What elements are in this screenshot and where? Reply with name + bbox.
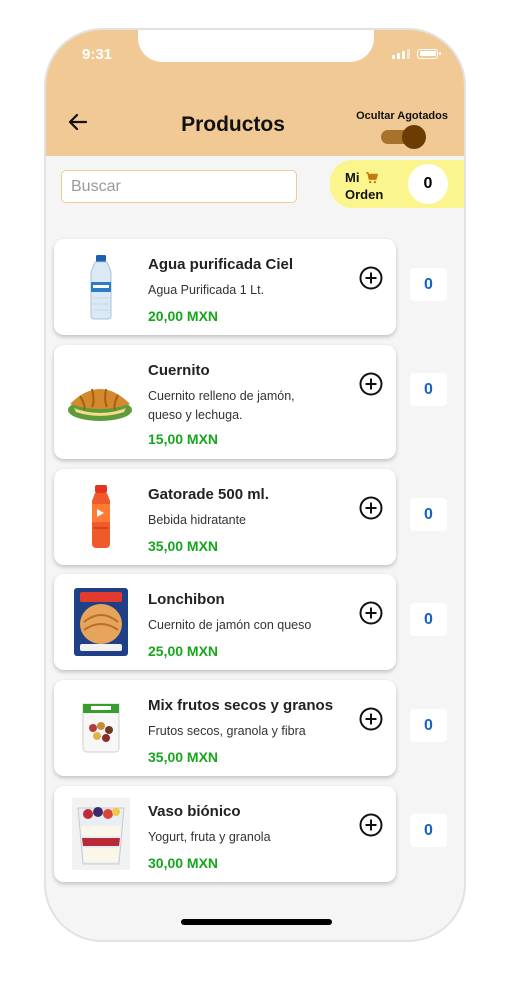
product-name: Agua purificada Ciel	[148, 256, 294, 273]
product-quantity[interactable]: 0	[410, 373, 447, 406]
my-order-button[interactable]: Mi Orden 0	[330, 160, 464, 208]
add-circle-icon[interactable]	[359, 707, 383, 731]
product-card[interactable]: Vaso biónico Yogurt, fruta y granola 30,…	[54, 786, 396, 882]
phone-frame: 9:31 Productos Ocultar Agotados Mi	[44, 28, 466, 942]
order-label-line1: Mi	[345, 170, 360, 185]
toggle-thumb	[402, 125, 426, 149]
packaged-snack-image	[72, 586, 130, 658]
add-circle-icon[interactable]	[359, 266, 383, 290]
product-name: Lonchibon	[148, 591, 225, 608]
product-price: 15,00 MXN	[148, 431, 219, 447]
order-count-badge: 0	[408, 164, 448, 204]
hide-sold-out-toggle[interactable]	[381, 125, 426, 149]
croissant-image	[66, 365, 134, 437]
product-card[interactable]: Cuernito Cuernito relleno de jamón, ques…	[54, 345, 396, 459]
product-card[interactable]: Gatorade 500 ml. Bebida hidratante 35,00…	[54, 469, 396, 565]
search-input[interactable]	[61, 170, 297, 203]
nut-mix-bag-image	[72, 692, 130, 764]
product-card[interactable]: Lonchibon Cuernito de jamón con queso 25…	[54, 574, 396, 670]
battery-icon	[417, 48, 441, 59]
add-circle-icon[interactable]	[359, 372, 383, 396]
product-name: Mix frutos secos y granos	[148, 697, 334, 714]
add-circle-icon[interactable]	[359, 813, 383, 837]
product-description: Yogurt, fruta y granola	[148, 830, 271, 844]
product-description: Cuernito de jamón con queso	[148, 618, 312, 632]
status-icons	[392, 48, 441, 59]
product-name: Gatorade 500 ml.	[148, 486, 269, 503]
product-price: 35,00 MXN	[148, 749, 219, 765]
signal-icon	[392, 48, 410, 59]
home-indicator	[181, 919, 332, 925]
product-quantity[interactable]: 0	[410, 268, 447, 301]
add-circle-icon[interactable]	[359, 496, 383, 520]
product-name: Cuernito	[148, 362, 210, 379]
product-description: Agua Purificada 1 Lt.	[148, 283, 265, 297]
product-price: 25,00 MXN	[148, 643, 219, 659]
my-order-label: Mi Orden	[345, 169, 389, 203]
hide-sold-out-label: Ocultar Agotados	[356, 110, 448, 122]
order-label-line2: Orden	[345, 187, 384, 202]
cart-icon	[366, 171, 379, 183]
product-price: 20,00 MXN	[148, 308, 219, 324]
sports-drink-image	[72, 481, 130, 553]
fruit-cup-image	[72, 798, 130, 870]
product-description: Bebida hidratante	[148, 513, 246, 527]
status-time: 9:31	[82, 46, 113, 63]
notch	[138, 30, 374, 62]
product-quantity[interactable]: 0	[410, 814, 447, 847]
app-header: 9:31 Productos Ocultar Agotados	[46, 30, 464, 156]
add-circle-icon[interactable]	[359, 601, 383, 625]
product-name: Vaso biónico	[148, 803, 241, 820]
product-quantity[interactable]: 0	[410, 603, 447, 636]
product-card[interactable]: Mix frutos secos y granos Frutos secos, …	[54, 680, 396, 776]
product-price: 35,00 MXN	[148, 538, 219, 554]
water-bottle-image	[72, 251, 130, 323]
product-card[interactable]: Agua purificada Ciel Agua Purificada 1 L…	[54, 239, 396, 335]
product-quantity[interactable]: 0	[410, 498, 447, 531]
product-price: 30,00 MXN	[148, 855, 219, 871]
product-quantity[interactable]: 0	[410, 709, 447, 742]
product-description: Frutos secos, granola y fibra	[148, 724, 306, 738]
product-description: Cuernito relleno de jamón, queso y lechu…	[148, 389, 295, 422]
